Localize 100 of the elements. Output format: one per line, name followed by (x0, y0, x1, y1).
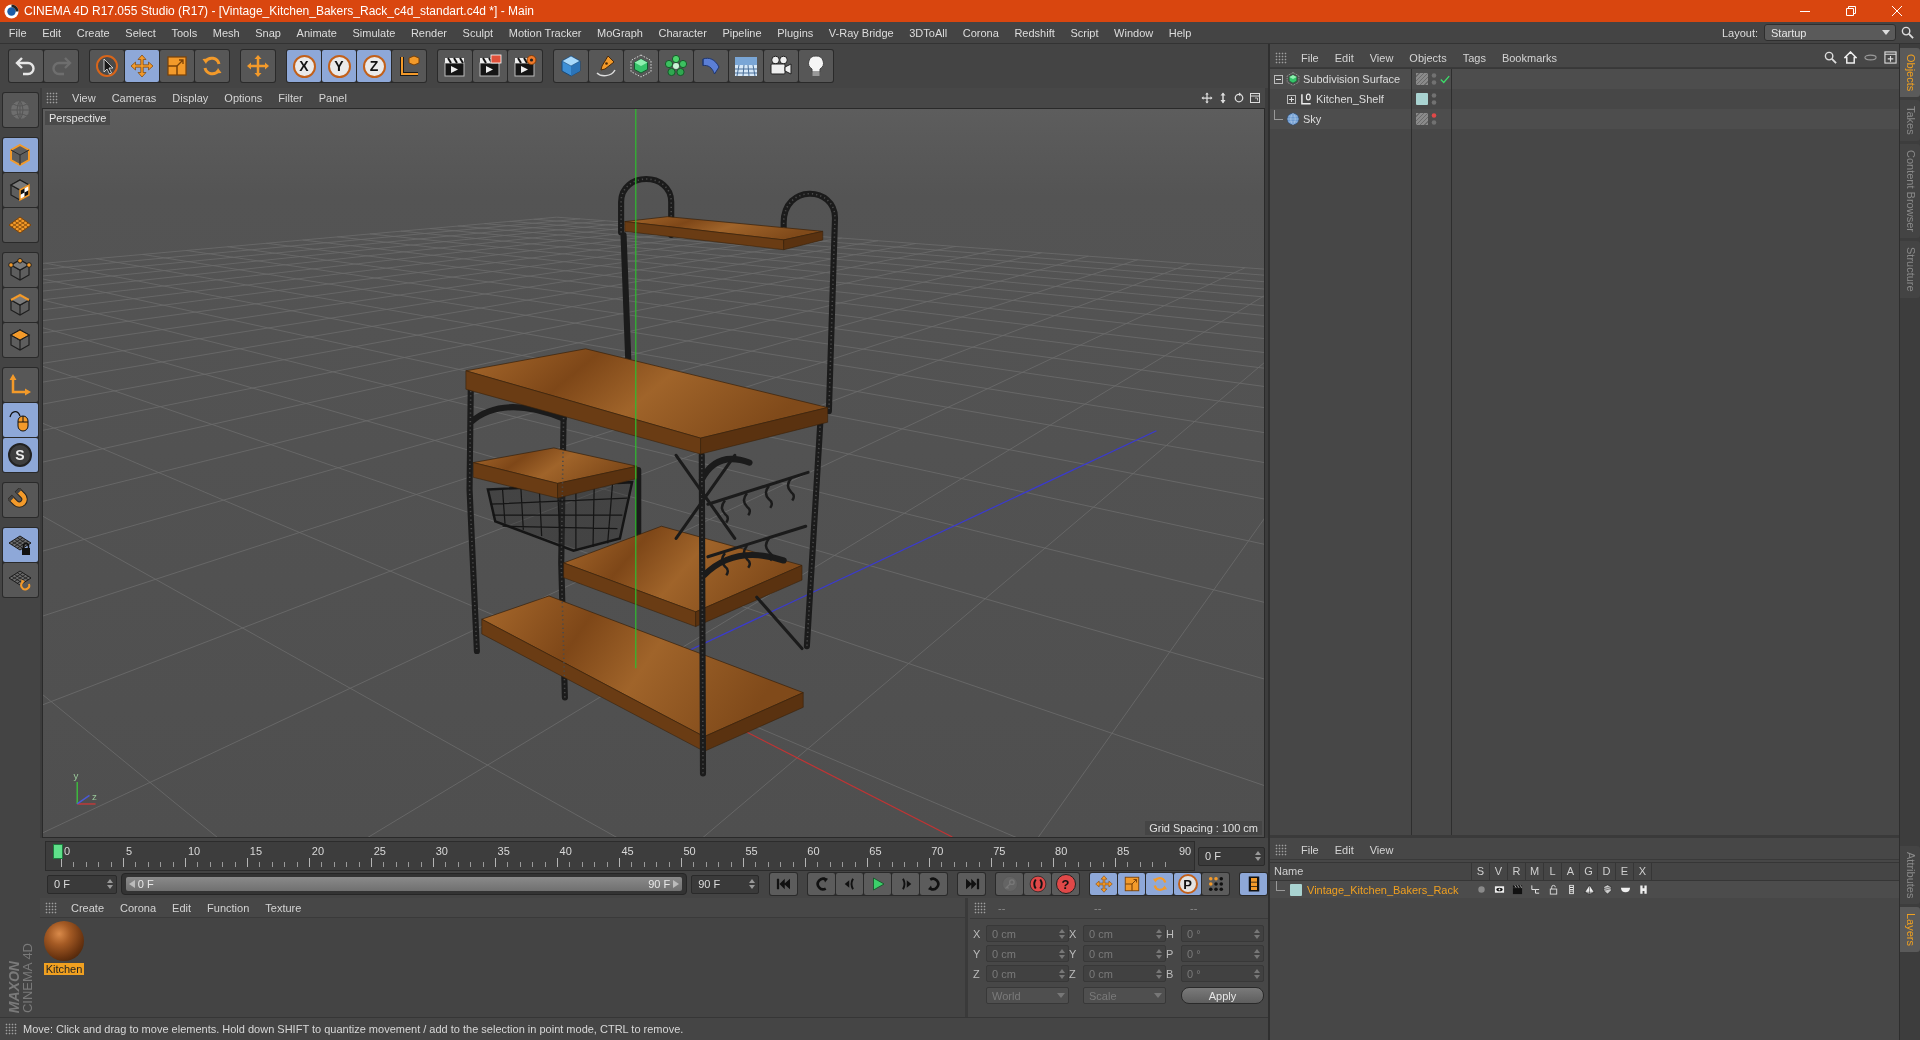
grip-handle-icon[interactable] (974, 902, 986, 914)
column-header[interactable]: X (1634, 863, 1652, 880)
grip-handle-icon[interactable] (45, 901, 57, 914)
axis-lock-button[interactable]: Y (322, 50, 356, 82)
menu-item[interactable]: Simulate (344, 26, 404, 39)
coordinate-system-button[interactable] (392, 50, 426, 82)
menu-item[interactable]: Edit (164, 901, 200, 914)
light-button[interactable] (799, 50, 833, 82)
object-name[interactable]: Sky (1303, 113, 1322, 125)
select-button[interactable] (90, 50, 124, 82)
skip-start-button[interactable] (770, 873, 797, 895)
deformer-button[interactable] (694, 50, 728, 82)
recent-button[interactable] (241, 50, 275, 82)
record-button[interactable] (1024, 873, 1051, 895)
viewport-camera-label[interactable]: Perspective (45, 111, 111, 125)
render-settings-button[interactable] (508, 50, 542, 82)
param-button[interactable]: P (1174, 873, 1201, 895)
menu-item[interactable]: Filter (270, 92, 311, 104)
column-header[interactable]: E (1616, 863, 1634, 880)
visibility-dots-icon[interactable] (1431, 92, 1437, 106)
menu-item[interactable]: MoGraph (589, 26, 651, 39)
workplane-button[interactable] (2, 208, 38, 242)
cloner-button[interactable] (659, 50, 693, 82)
menu-item[interactable]: Display (164, 92, 217, 104)
plus-box-icon[interactable] (1287, 94, 1296, 104)
step-back-button[interactable] (836, 873, 863, 895)
object-name[interactable]: Kitchen_Shelf (1316, 93, 1384, 105)
camera-button[interactable] (764, 50, 798, 82)
cube-button[interactable] (554, 50, 588, 82)
end-frame-field[interactable]: 90 F (691, 874, 759, 894)
3d-viewport[interactable]: Perspective y z Grid Spacing : 100 cm (42, 108, 1265, 838)
menu-item[interactable]: Plugins (769, 26, 822, 39)
solo-button[interactable]: S (2, 438, 38, 472)
menu-item[interactable]: Cameras (103, 92, 165, 104)
menu-item[interactable]: Character (650, 26, 715, 39)
color-swatch-icon[interactable] (1290, 883, 1302, 896)
back-arc-button[interactable] (808, 873, 835, 895)
layout-dropdown[interactable]: Startup (1764, 24, 1896, 41)
grip-handle-icon[interactable] (1275, 843, 1287, 856)
maximize-icon[interactable] (1249, 92, 1261, 104)
side-tab[interactable]: Layers (1900, 906, 1920, 952)
play-button[interactable] (864, 873, 891, 895)
clapperboard-icon[interactable] (1511, 884, 1523, 895)
playhead-marker[interactable] (53, 844, 63, 859)
menu-item[interactable]: Objects (1401, 51, 1455, 64)
texture-button[interactable] (2, 173, 38, 207)
workplane-align-button[interactable] (2, 563, 38, 597)
rotate-button[interactable] (195, 50, 229, 82)
menu-item[interactable]: Create (68, 26, 118, 39)
menu-item[interactable]: File (1, 26, 35, 39)
visibility-dots-icon[interactable] (1431, 112, 1437, 126)
check-icon[interactable] (1440, 74, 1450, 84)
edges-button[interactable] (2, 288, 38, 322)
forward-arc-button[interactable] (920, 873, 947, 895)
timeline-ruler[interactable]: 0 5 10 15 20 25 30 35 40 45 50 55 60 65 70 75 80 85 90 (45, 841, 1195, 871)
tweak-button[interactable] (2, 403, 38, 437)
menu-item[interactable]: Render (403, 26, 455, 39)
menu-item[interactable]: Animate (288, 26, 345, 39)
rotate-icon[interactable] (1233, 92, 1245, 104)
menu-item[interactable]: Tags (1454, 51, 1494, 64)
minus-box-icon[interactable] (1274, 74, 1283, 84)
menu-item[interactable]: Mesh (204, 26, 248, 39)
menu-item[interactable]: File (1293, 843, 1327, 856)
menu-item[interactable]: Texture (257, 901, 310, 914)
menu-item[interactable]: V-Ray Bridge (821, 26, 902, 39)
scale-button[interactable] (1118, 873, 1145, 895)
axis-button[interactable] (2, 368, 38, 402)
column-header[interactable]: R (1508, 863, 1526, 880)
menu-item[interactable]: Edit (34, 26, 69, 39)
column-header[interactable]: A (1562, 863, 1580, 880)
polygons-button[interactable] (2, 323, 38, 357)
menu-item[interactable]: Window (1106, 26, 1161, 39)
render-view-button[interactable] (438, 50, 472, 82)
snap-button[interactable] (2, 483, 38, 517)
cross-arrows-icon[interactable] (1201, 92, 1213, 104)
column-header[interactable]: S (1472, 863, 1490, 880)
menu-item[interactable]: Bookmarks (1493, 51, 1565, 64)
column-header[interactable]: M (1526, 863, 1544, 880)
axis-lock-button[interactable]: X (287, 50, 321, 82)
menu-item[interactable]: Edit (1326, 843, 1362, 856)
pyramid-icon[interactable] (1583, 884, 1595, 895)
subdivision-button[interactable] (624, 50, 658, 82)
home-icon[interactable] (1844, 51, 1857, 64)
workplane-lock-button[interactable] (2, 528, 38, 562)
new-window-icon[interactable] (1884, 51, 1897, 64)
menu-item[interactable]: Panel (310, 92, 355, 104)
column-header[interactable]: G (1580, 863, 1598, 880)
menu-item[interactable]: Help (1161, 26, 1200, 39)
scene-button[interactable] (729, 50, 763, 82)
menu-item[interactable]: Script (1062, 26, 1107, 39)
points-button[interactable] (2, 253, 38, 287)
column-header[interactable]: D (1598, 863, 1616, 880)
range-slider[interactable]: 0 F 90 F (120, 873, 688, 895)
undo-button[interactable] (9, 50, 43, 82)
render-picture-button[interactable] (473, 50, 507, 82)
column-header[interactable]: Name (1270, 863, 1472, 880)
point-level-button[interactable] (1202, 873, 1229, 895)
help-button[interactable]: ? (1052, 873, 1079, 895)
material-sphere-icon[interactable] (44, 921, 84, 961)
start-frame-field[interactable]: 0 F (47, 874, 117, 894)
